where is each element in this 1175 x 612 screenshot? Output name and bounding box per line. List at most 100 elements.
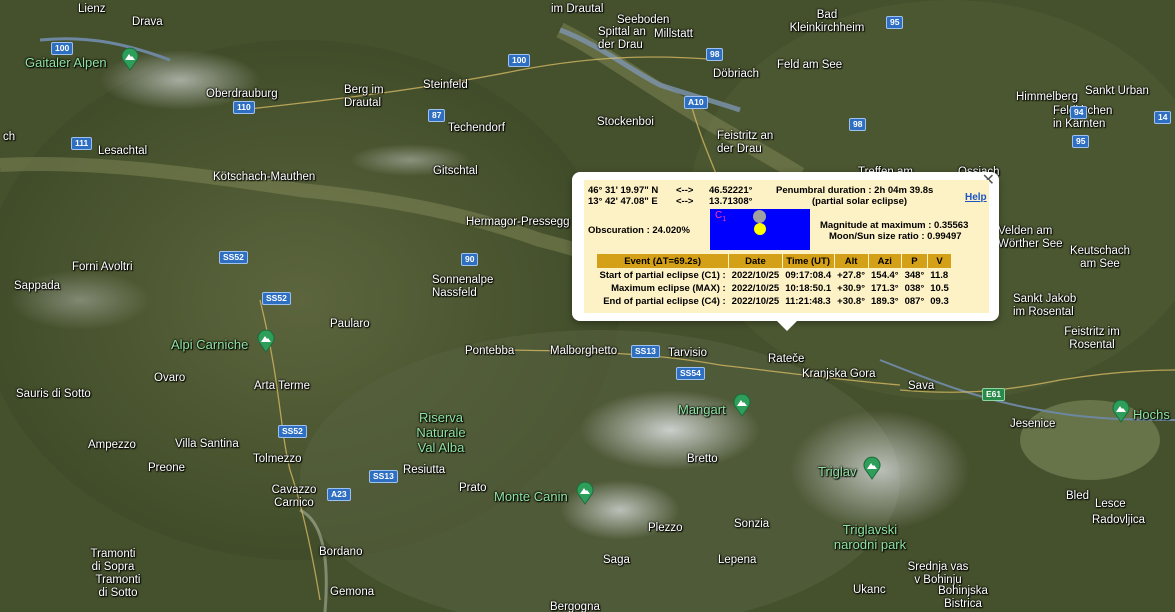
place-label: im Drautal (551, 3, 604, 15)
place-label: Tarvisio (668, 347, 707, 359)
eclipse-events-table: Event (ΔT=69.2s) Date Time (UT) Alt Azi P V St… (595, 253, 953, 308)
place-label: Lesachtal (98, 145, 148, 157)
place-label: Sappada (14, 280, 61, 292)
park-label: Gaitaler Alpen (25, 55, 107, 70)
coord-arrow-1: <--> (676, 185, 694, 196)
place-label: Jesenice (1010, 418, 1056, 430)
place-label: Gitschtal (433, 165, 478, 177)
place-label: Bretto (687, 453, 718, 465)
road-shield: 94 (1070, 106, 1088, 119)
table-cell: End of partial eclipse (C4) : (603, 296, 726, 307)
place-label: Sava (908, 380, 935, 392)
road-shield: 100 (51, 42, 74, 55)
mountain-pin-icon[interactable] (120, 47, 140, 71)
eclipse-info-panel: 46° 31' 19.97" N 13° 42' 47.08" E <--> <… (584, 180, 989, 313)
sun-disc (754, 223, 766, 235)
place-label: Hermagor-Pressegg (466, 216, 570, 228)
table-row: Maximum eclipse (MAX) : 2022/10/25 10:18:5… (597, 282, 952, 295)
place-label: Bled (1066, 490, 1090, 502)
table-cell: 09.3 (930, 296, 949, 307)
place-label: Gemona (330, 586, 375, 598)
place-label: Oberdrauburg (206, 88, 278, 100)
longitude-decimal: 13.71308° (709, 196, 753, 207)
road-shield: 111 (71, 137, 93, 150)
penumbral-duration: Penumbral duration : 2h 04m 39.8s (776, 185, 934, 196)
moon-sun-ratio: Moon/Sun size ratio : 0.99497 (829, 231, 962, 242)
table-cell: 11.8 (930, 270, 949, 281)
road-shield: 98 (706, 48, 724, 61)
park-label: Alpi Carniche (171, 337, 249, 352)
table-cell: 189.3° (871, 296, 899, 307)
road-shield: SS52 (219, 251, 248, 264)
place-label: Plezzo (648, 522, 683, 534)
table-cell: +30.8° (837, 296, 866, 307)
place-label: Millstatt (654, 28, 693, 40)
road-shield: SS13 (369, 470, 398, 483)
place-label: Stockenboi (597, 116, 654, 128)
eclipse-type-note: (partial solar eclipse) (812, 196, 908, 207)
place-label: Himmelberg (1016, 91, 1078, 103)
road-shield: 110 (233, 101, 255, 114)
place-label: Saga (603, 554, 630, 566)
place-label: ch (3, 131, 16, 143)
latitude-decimal: 46.52221° (709, 185, 753, 196)
column-header: P (901, 253, 928, 269)
table-cell: +27.8° (837, 270, 866, 281)
road-shield: 87 (428, 109, 446, 122)
table-cell: 038° (904, 283, 925, 294)
table-cell: 10.5 (930, 283, 949, 294)
column-header: V (926, 253, 953, 269)
mountain-pin-icon[interactable] (862, 456, 882, 480)
road-shield: SS52 (262, 292, 291, 305)
place-label: Drava (132, 16, 163, 28)
eclipse-info-popup: ✕ 46° 31' 19.97" N 13° 42' 47.08" E <-->… (572, 172, 999, 331)
place-label: Ukanc (853, 584, 886, 596)
place-label: Bad Kleinkirchheim (789, 9, 865, 34)
place-label: Prato (459, 482, 487, 494)
place-label: Resiutta (403, 464, 446, 476)
help-link[interactable]: Help (965, 192, 987, 203)
place-label: Sonzia (734, 518, 770, 530)
eclipse-diagram: C1 (710, 209, 810, 250)
place-label: Radovljica (1092, 514, 1146, 526)
magnitude-at-maximum: Magnitude at maximum : 0.35563 (820, 220, 969, 231)
road-shield: 90 (461, 253, 479, 266)
place-label: Arta Terme (254, 380, 311, 392)
table-header-row: Event (ΔT=69.2s) Date Time (UT) Alt Azi P V (595, 253, 953, 269)
mountain-pin-icon[interactable] (256, 329, 276, 353)
table-cell: 2022/10/25 (731, 283, 780, 294)
road-shield: 95 (886, 16, 904, 29)
moon-disc (753, 210, 766, 223)
road-shield: 14 (1154, 111, 1172, 124)
mountain-pin-icon[interactable] (1111, 399, 1131, 423)
place-label: Rateče (768, 353, 805, 365)
table-row: Start of partial eclipse (C1) : 2022/10/2… (597, 269, 952, 283)
road-shield: SS52 (278, 425, 307, 438)
park-label: Triglavski narodni park (833, 522, 907, 552)
road-shield: SS54 (676, 367, 705, 380)
mountain-pin-icon[interactable] (732, 393, 752, 417)
place-label: Lienz (78, 3, 106, 15)
table-cell: 154.4° (871, 270, 899, 281)
place-label: Velden am Wörther See (998, 225, 1063, 250)
park-label: Monte Canin (494, 489, 568, 504)
place-label: Tramonti di Sotto (95, 574, 141, 599)
table-cell: 2022/10/25 (731, 296, 780, 307)
place-label: Lepena (718, 554, 757, 566)
place-label: Cavazzo Carnico (271, 484, 317, 509)
column-header: Date (728, 253, 783, 269)
park-label: Hochs (1133, 407, 1170, 422)
column-header: Alt (833, 253, 869, 269)
place-label: Feld am See (777, 59, 843, 71)
road-shield: SS13 (631, 345, 660, 358)
place-label: Paularo (330, 318, 370, 330)
place-label: Tolmezzo (253, 453, 302, 465)
table-cell: 348° (904, 270, 925, 281)
place-label: Berg im Drautal (344, 84, 384, 109)
mountain-pin-icon[interactable] (575, 481, 595, 505)
coord-arrow-2: <--> (676, 196, 694, 207)
park-label: Triglav (818, 464, 857, 479)
table-cell: 10:18:50.1 (785, 283, 832, 294)
place-label: Spittal an der Drau (598, 26, 646, 51)
park-label: Mangart (678, 402, 726, 417)
